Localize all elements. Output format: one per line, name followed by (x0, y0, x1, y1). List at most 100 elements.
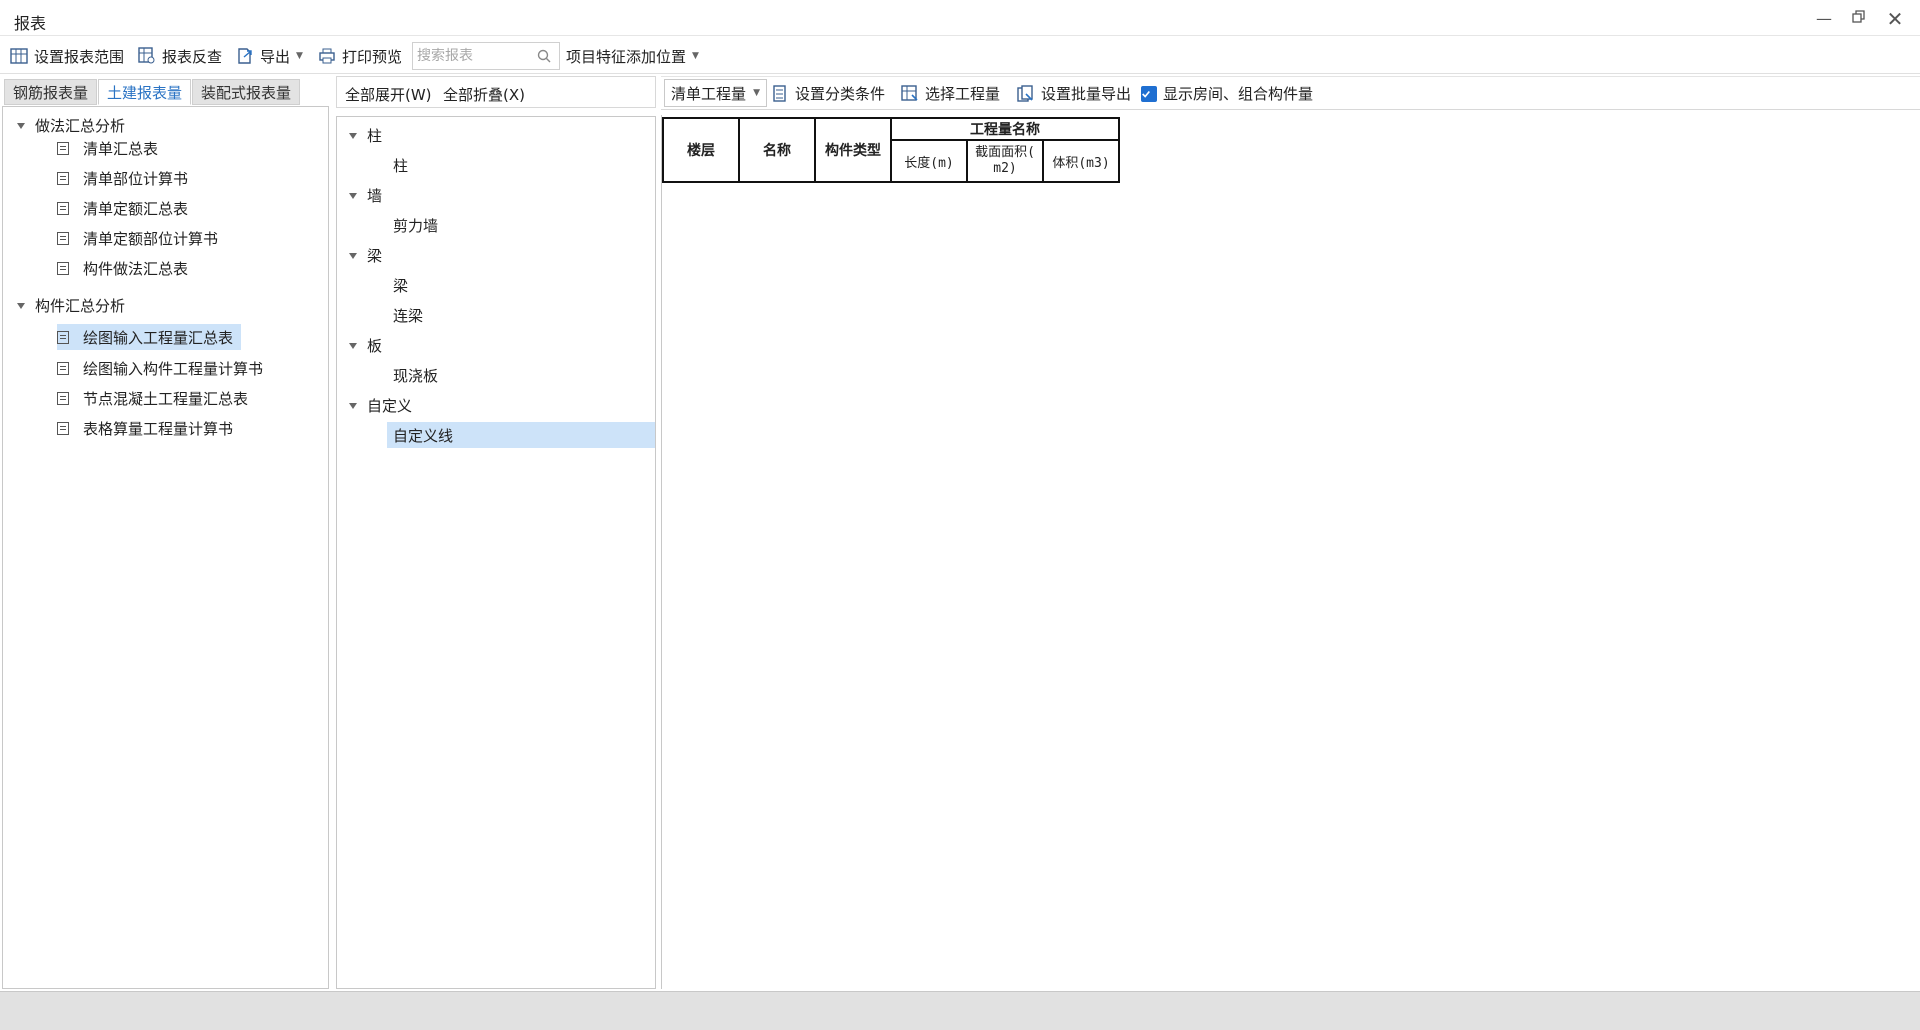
select-quantity-label: 选择工程量 (925, 85, 1001, 103)
expand-triangle-icon[interactable] (17, 122, 25, 129)
header-volume: 体积(m3) (1042, 139, 1120, 183)
close-icon[interactable]: ✕ (1883, 8, 1907, 30)
search-report-field[interactable] (412, 42, 560, 70)
classification-icon (773, 84, 786, 102)
tree-item-label: 自定义线 (393, 426, 454, 445)
search-input[interactable] (413, 43, 531, 69)
component-tree-toolbar: 全部展开(W) 全部折叠(X) (336, 76, 656, 108)
minimize-icon[interactable]: — (1812, 8, 1836, 30)
set-classification-button[interactable]: 设置分类条件 (773, 83, 885, 104)
tree-item-bill-quota-summary[interactable]: 清单定额汇总表 (57, 195, 196, 221)
export-button[interactable]: 导出 ▼ (236, 43, 303, 69)
report-toolbar: 清单工程量 ▼ 设置分类条件 选择工程量 设置批量导出 显示房间、组合构件量 (661, 76, 1920, 110)
checkbox-checked-icon[interactable] (1141, 85, 1157, 102)
main-toolbar: 设置报表范围 报表反查 导出 ▼ 打印预览 项目特征添加位置 ▼ (0, 38, 1920, 74)
report-tree-panel: 做法汇总分析 清单汇总表 清单部位计算书 清单定额汇总表 清单定额部位计算书 构… (2, 106, 329, 989)
tree-item-coupling-beam[interactable]: 连梁 (387, 302, 655, 328)
expand-triangle-icon[interactable] (349, 402, 357, 409)
tree-item-bill-quota-location-calc[interactable]: 清单定额部位计算书 (57, 225, 226, 251)
header-name: 名称 (738, 117, 816, 183)
set-range-label: 设置报表范围 (34, 47, 125, 66)
tree-item-component-method-summary[interactable]: 构件做法汇总表 (57, 255, 196, 281)
tree-item-label: 柱 (393, 156, 409, 175)
document-icon (57, 141, 69, 155)
tree-group-column[interactable]: 柱 (349, 125, 382, 146)
print-preview-button[interactable]: 打印预览 (318, 43, 402, 69)
tab-civil-report[interactable]: 土建报表量 (98, 79, 192, 105)
tree-group-slab[interactable]: 板 (349, 335, 382, 356)
tree-item-label: 清单定额部位计算书 (83, 229, 219, 248)
document-icon (57, 171, 69, 185)
tree-item-bill-location-calc[interactable]: 清单部位计算书 (57, 165, 196, 191)
tree-item-node-concrete-summary[interactable]: 节点混凝土工程量汇总表 (57, 385, 256, 411)
tree-item-column[interactable]: 柱 (387, 152, 655, 178)
expand-triangle-icon[interactable] (349, 342, 357, 349)
tree-item-label: 节点混凝土工程量汇总表 (83, 389, 249, 408)
document-icon (57, 330, 69, 344)
batch-export-label: 设置批量导出 (1041, 85, 1132, 103)
title-bar: 报表 — ✕ (0, 0, 1920, 36)
tree-group-label: 梁 (367, 247, 383, 265)
select-quantity-button[interactable]: 选择工程量 (901, 83, 1000, 104)
tree-item-custom-line[interactable]: 自定义线 (387, 422, 655, 448)
tree-item-drawing-component-calc[interactable]: 绘图输入构件工程量计算书 (57, 355, 271, 381)
tree-group-beam[interactable]: 梁 (349, 245, 382, 266)
collapse-all-button[interactable]: 全部折叠(X) (443, 84, 525, 105)
report-check-label: 报表反查 (162, 47, 223, 66)
grid-icon (10, 48, 28, 64)
tree-item-cast-slab[interactable]: 现浇板 (387, 362, 655, 388)
tree-group-label: 柱 (367, 127, 383, 145)
tree-item-shear-wall[interactable]: 剪力墙 (387, 212, 655, 238)
header-quantity-name: 工程量名称 (890, 117, 1120, 141)
quantity-type-dropdown[interactable]: 清单工程量 ▼ (664, 79, 767, 107)
report-type-tabs: 钢筋报表量 土建报表量 装配式报表量 (0, 76, 330, 106)
tree-group-wall[interactable]: 墙 (349, 185, 382, 206)
tree-item-bill-summary[interactable]: 清单汇总表 (57, 135, 166, 161)
report-check-button[interactable]: 报表反查 (138, 43, 222, 69)
export-label: 导出 (260, 47, 291, 66)
document-icon (57, 421, 69, 435)
expand-triangle-icon[interactable] (349, 252, 357, 259)
header-component-type: 构件类型 (814, 117, 892, 183)
chevron-down-icon: ▼ (753, 88, 760, 98)
document-icon (57, 201, 69, 215)
search-icon[interactable] (537, 49, 551, 63)
tree-item-beam[interactable]: 梁 (387, 272, 655, 298)
document-icon (57, 231, 69, 245)
print-preview-icon (319, 48, 335, 64)
expand-triangle-icon[interactable] (17, 302, 25, 309)
chevron-down-icon: ▼ (296, 51, 303, 61)
tree-item-label: 构件做法汇总表 (83, 259, 189, 278)
document-icon (57, 261, 69, 275)
expand-all-button[interactable]: 全部展开(W) (345, 84, 432, 105)
tab-prefab-report[interactable]: 装配式报表量 (192, 79, 301, 105)
add-feature-position-button[interactable]: 项目特征添加位置 ▼ (566, 43, 699, 69)
add-feature-position-label: 项目特征添加位置 (566, 47, 687, 66)
tree-item-label: 清单定额汇总表 (83, 199, 189, 218)
set-range-button[interactable]: 设置报表范围 (10, 43, 124, 69)
table-select-icon (901, 84, 918, 101)
dropdown-value: 清单工程量 (671, 84, 747, 103)
tree-item-label: 绘图输入工程量汇总表 (83, 328, 234, 347)
tab-rebar-report[interactable]: 钢筋报表量 (4, 79, 98, 105)
component-tree-panel: 柱 柱 墙 剪力墙 梁 梁 连梁 板 现浇板 自定义 自定义线 (336, 116, 656, 989)
tree-group-custom[interactable]: 自定义 (349, 395, 412, 416)
tree-item-table-quantity-calc[interactable]: 表格算量工程量计算书 (57, 415, 241, 441)
document-icon (57, 391, 69, 405)
show-rooms-label: 显示房间、组合构件量 (1163, 85, 1314, 103)
tree-group-method-summary[interactable]: 做法汇总分析 (17, 115, 125, 136)
expand-triangle-icon[interactable] (349, 132, 357, 139)
expand-triangle-icon[interactable] (349, 192, 357, 199)
header-floor: 楼层 (662, 117, 740, 183)
document-icon (57, 361, 69, 375)
tree-item-label: 梁 (393, 276, 409, 295)
tree-group-component-summary[interactable]: 构件汇总分析 (17, 295, 125, 316)
tree-group-label: 板 (367, 337, 383, 355)
restore-icon[interactable] (1847, 8, 1871, 30)
header-section-area: 截面面积( m2) (966, 139, 1044, 183)
batch-export-button[interactable]: 设置批量导出 (1017, 83, 1131, 104)
show-rooms-checkbox[interactable]: 显示房间、组合构件量 (1141, 83, 1313, 104)
tree-item-drawing-input-summary[interactable]: 绘图输入工程量汇总表 (57, 324, 242, 350)
status-bar (0, 991, 1920, 1030)
tree-group-label: 做法汇总分析 (35, 117, 126, 135)
